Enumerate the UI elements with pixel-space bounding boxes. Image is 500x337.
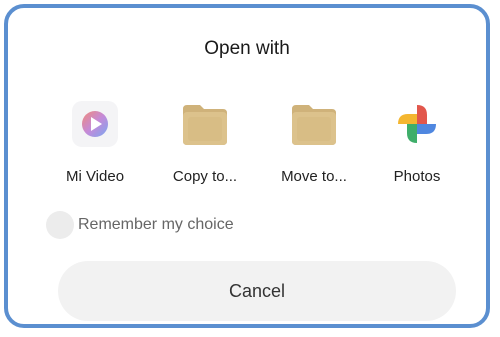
dialog-title: Open with xyxy=(204,38,290,59)
app-photos[interactable]: Photos xyxy=(367,98,467,185)
app-label: Photos xyxy=(393,168,441,185)
app-copy-to[interactable]: Copy to... xyxy=(155,98,255,185)
app-chooser-row: Mi Video Copy to... Move to... Photos xyxy=(8,98,486,198)
app-label: Copy to... xyxy=(172,168,238,185)
photos-pinwheel-icon xyxy=(391,98,443,150)
app-move-to[interactable]: Move to... xyxy=(264,98,364,185)
folder-icon xyxy=(179,98,231,150)
mi-video-icon xyxy=(69,98,121,150)
remember-label: Remember my choice xyxy=(78,216,234,233)
app-label: Move to... xyxy=(281,168,347,185)
remember-choice-toggle[interactable]: Remember my choice xyxy=(46,211,234,239)
dialog-frame: Open with Mi Video Copy to... Move to...… xyxy=(4,4,490,328)
app-label: Mi Video xyxy=(65,168,125,185)
remember-radio[interactable] xyxy=(46,211,74,239)
folder-icon xyxy=(288,98,340,150)
app-mi-video[interactable]: Mi Video xyxy=(45,98,145,185)
cancel-button[interactable]: Cancel xyxy=(58,261,456,321)
